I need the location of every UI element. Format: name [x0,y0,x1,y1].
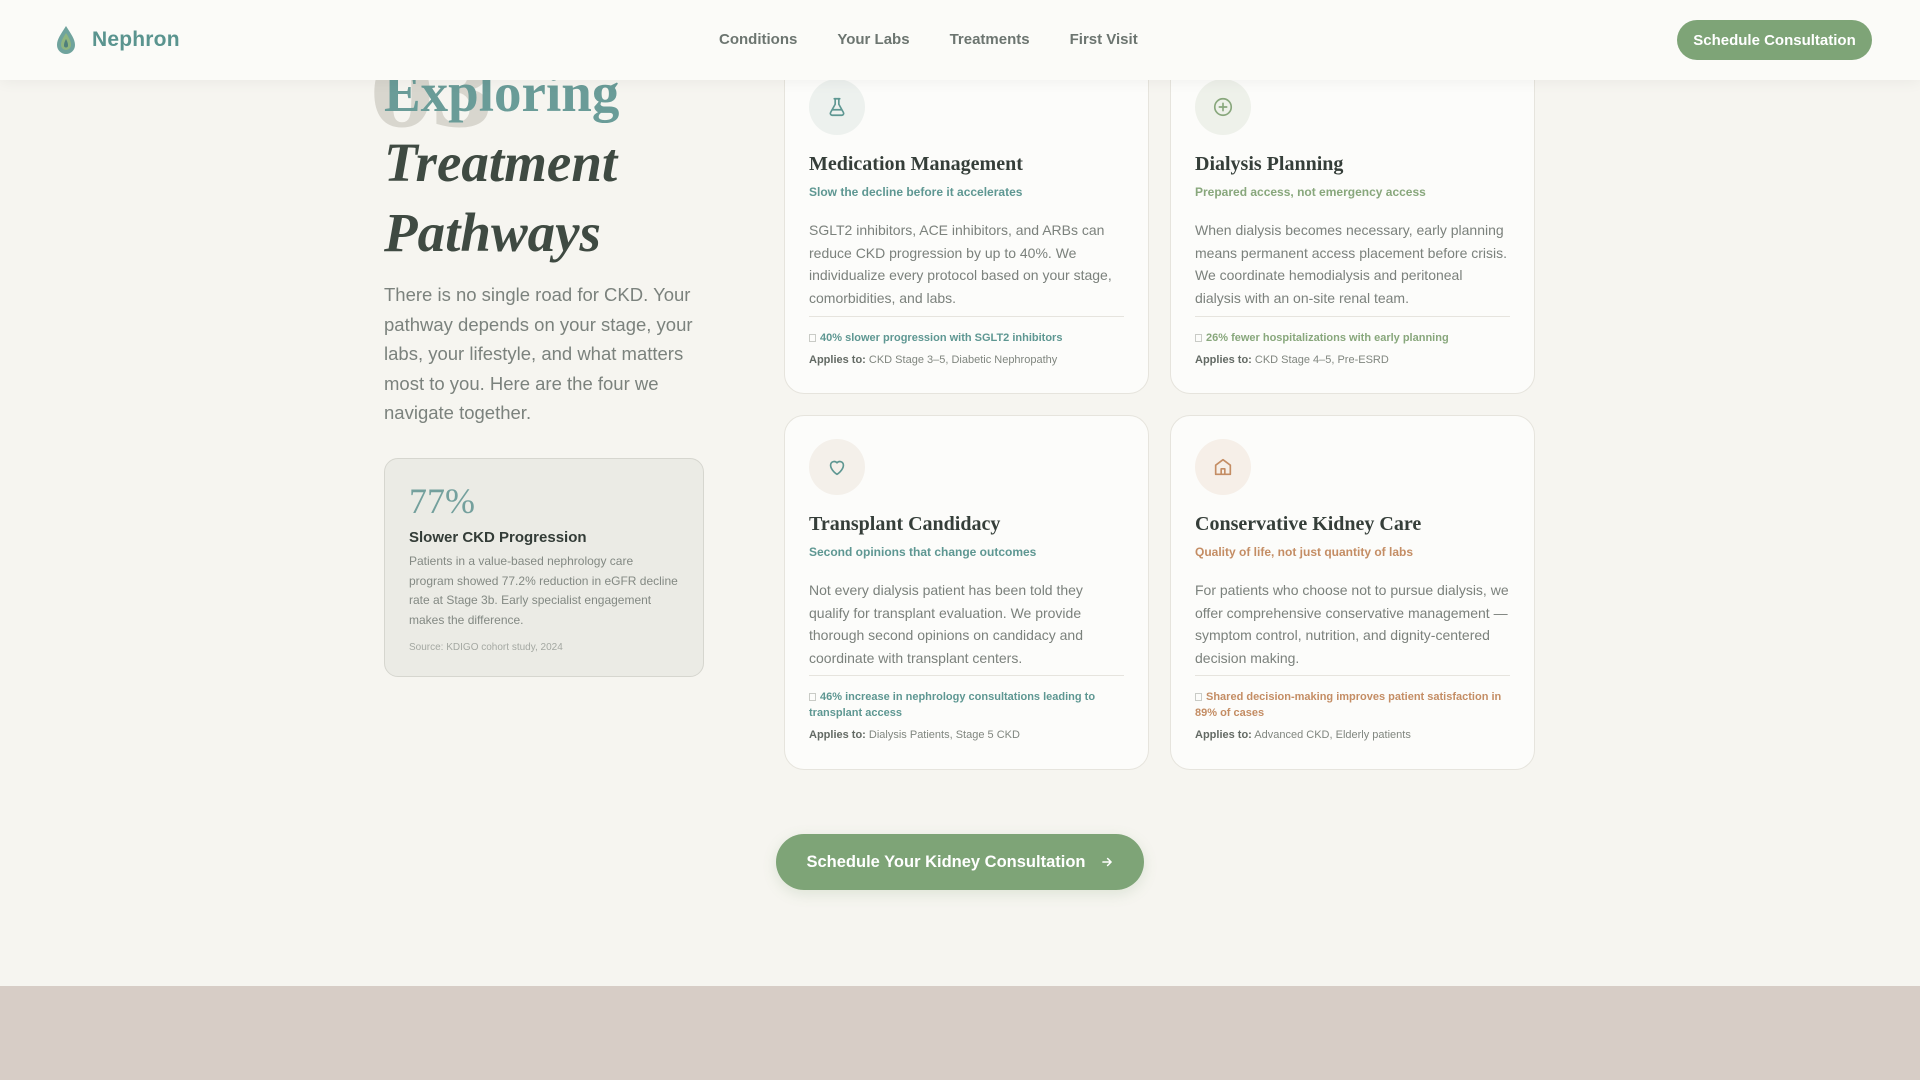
card-body: SGLT2 inhibitors, ACE inhibitors, and AR… [809,222,1112,306]
intro-paragraph: There is no single road for CKD. Your pa… [384,284,693,423]
card-body: When dialysis becomes necessary, early p… [1195,222,1508,306]
top-nav: Nephron Conditions Your Labs Treatments … [0,0,1920,80]
stat-value: 77% [409,481,475,521]
brand-name: Nephron [92,28,180,51]
nav-link-first-visit[interactable]: First Visit [1070,31,1138,48]
stat-description: Patients in a value-based nephrology car… [409,554,678,627]
stat-source: Source: KDIGO cohort study, 2024 [409,642,563,653]
flask-icon [809,79,865,135]
card-subtitle: Slow the decline before it accelerates [809,185,1023,199]
page-heading: Exploring Treatment Pathways [384,58,744,268]
schedule-kidney-consultation-button[interactable]: Schedule Your Kidney Consultation [776,834,1144,890]
card-stat: 40% slower progression with SGLT2 inhibi… [809,330,1124,346]
schedule-consultation-button[interactable]: Schedule Consultation [1677,20,1872,60]
card-subtitle: Prepared access, not emergency access [1195,185,1426,199]
card-body: Not every dialysis patient has been told… [809,582,1083,666]
card-divider [1195,675,1510,676]
footer-band [0,986,1920,1080]
stat-title: Slower CKD Progression [409,529,587,546]
nav-link-your-labs[interactable]: Your Labs [837,31,909,48]
heading-line-2: Treatment [384,132,618,193]
treatment-card-medication[interactable]: Medication Management Slow the decline b… [784,55,1149,394]
card-divider [809,675,1124,676]
checkbox-icon [1195,693,1202,701]
card-subtitle: Second opinions that change outcomes [809,545,1037,559]
nav-link-treatments[interactable]: Treatments [950,31,1030,48]
plus-circle-icon [1195,79,1251,135]
card-title: Conservative Kidney Care [1195,513,1422,535]
checkbox-icon [1195,334,1202,342]
heading-line-3: Pathways [384,202,601,263]
card-subtitle: Quality of life, not just quantity of la… [1195,545,1414,559]
treatment-card-transplant[interactable]: Transplant Candidacy Second opinions tha… [784,415,1149,770]
card-applies: Applies to: Advanced CKD, Elderly patien… [1195,729,1411,741]
cta-label: Schedule Your Kidney Consultation [806,852,1086,871]
treatment-card-conservative[interactable]: Conservative Kidney Care Quality of life… [1170,415,1535,770]
card-stat: 26% fewer hospitalizations with early pl… [1195,330,1510,346]
card-applies: Applies to: CKD Stage 3–5, Diabetic Neph… [809,354,1058,366]
checkbox-icon [809,334,816,342]
nav-link-conditions[interactable]: Conditions [719,31,797,48]
arrow-right-icon [1101,857,1112,867]
card-stat: 46% increase in nephrology consultations… [809,691,1096,719]
card-divider [809,316,1124,317]
card-applies: Applies to: Dialysis Patients, Stage 5 C… [809,729,1020,741]
checkbox-icon [809,693,816,701]
card-title: Transplant Candidacy [809,513,1001,535]
treatment-card-dialysis[interactable]: Dialysis Planning Prepared access, not e… [1170,55,1535,394]
card-applies: Applies to: CKD Stage 4–5, Pre-ESRD [1195,354,1389,366]
stat-callout: 77% Slower CKD Progression Patients in a… [384,458,704,677]
home-icon [1195,439,1251,495]
brand[interactable]: Nephron [52,24,180,56]
card-title: Medication Management [809,153,1023,175]
card-divider [1195,316,1510,317]
water-drop-logo-icon [57,26,75,54]
card-stat: Shared decision-making improves patient … [1195,691,1502,719]
card-title: Dialysis Planning [1195,153,1344,175]
card-body: For patients who choose not to pursue di… [1195,582,1509,666]
nav-links: Conditions Your Labs Treatments First Vi… [719,31,1138,48]
heart-icon [809,439,865,495]
